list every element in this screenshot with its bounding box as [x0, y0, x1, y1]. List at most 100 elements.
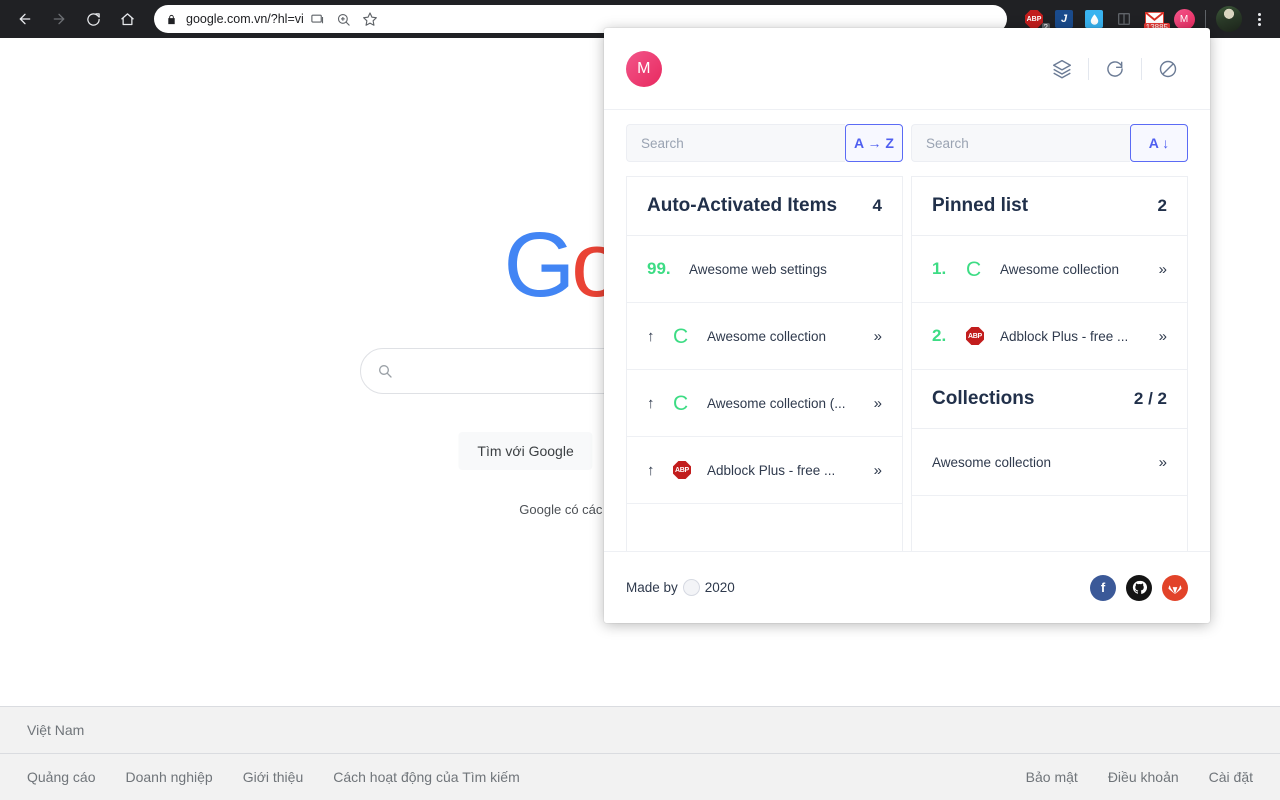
collections-title: Collections — [932, 388, 1035, 409]
row-index: 1. — [932, 259, 947, 278]
footer-links: Quảng cáo Doanh nghiệp Giới thiệu Cách h… — [0, 754, 1280, 800]
favicon-letter: C — [673, 324, 689, 348]
chevron-right-icon[interactable]: » — [1151, 454, 1167, 471]
collection-favicon: C — [673, 392, 699, 414]
row-label: Awesome collection — [707, 328, 827, 344]
made-by-year: 2020 — [704, 580, 735, 595]
popup-search-row: A → Z A ↓ — [604, 110, 1210, 176]
panel-count: 2 — [1157, 196, 1167, 215]
reload-icon[interactable] — [79, 5, 107, 33]
right-search-input[interactable] — [911, 124, 1130, 162]
cast-icon[interactable] — [306, 7, 330, 31]
row-label: Awesome web settings — [689, 261, 827, 277]
omnibox-actions — [304, 7, 382, 31]
brand-logo-icon[interactable]: M — [626, 50, 662, 87]
favicon-letter: ABP — [673, 461, 691, 479]
collection-favicon: C — [673, 325, 699, 347]
arrow-up-icon[interactable]: ↑ — [647, 462, 673, 479]
left-sort-button[interactable]: A → Z — [845, 124, 903, 162]
adblock-plus-favicon: ABP — [966, 325, 992, 347]
list-item[interactable]: 2. ABP Adblock Plus - free ... » — [912, 303, 1187, 370]
right-sort-button[interactable]: A ↓ — [1130, 124, 1188, 162]
github-icon[interactable] — [1126, 574, 1152, 601]
row-index: 99. — [647, 259, 671, 278]
gitlab-icon[interactable] — [1162, 574, 1188, 601]
popup-footer: Made by 2020 f — [604, 551, 1210, 623]
panel-title: Auto-Activated Items — [647, 195, 838, 216]
footer-link-privacy[interactable]: Bảo mật — [1026, 769, 1078, 785]
arrow-up-icon[interactable]: ↑ — [647, 328, 673, 345]
row-label: Adblock Plus - free ... — [707, 462, 836, 478]
auto-activated-header: Auto-Activated Items 4 — [627, 177, 902, 236]
search-google-button[interactable]: Tìm với Google — [458, 432, 593, 470]
pinned-list-panel: Pinned list 2 1. C Awesome collection » … — [911, 176, 1188, 551]
header-divider — [1141, 57, 1142, 80]
search-icon — [377, 363, 393, 379]
footer-links-left: Quảng cáo Doanh nghiệp Giới thiệu Cách h… — [27, 769, 996, 785]
footer-link-settings[interactable]: Cài đặt — [1209, 769, 1253, 785]
list-item[interactable]: Awesome collection » — [912, 429, 1187, 496]
chevron-right-icon[interactable]: » — [866, 395, 882, 412]
collections-header: Collections 2 / 2 — [912, 370, 1187, 429]
favicon-letter: ABP — [966, 327, 984, 345]
favicon-letter: C — [673, 391, 689, 415]
row-label: Awesome collection — [932, 454, 1052, 470]
row-label: Adblock Plus - free ... — [1000, 328, 1129, 344]
footer-link-about[interactable]: Giới thiệu — [243, 769, 304, 785]
favicon-letter: C — [966, 257, 982, 281]
panel-spacer — [912, 496, 1187, 551]
author-avatar-icon — [682, 579, 700, 596]
left-search-input[interactable] — [626, 124, 845, 162]
list-item[interactable]: ↑ ABP Adblock Plus - free ... » — [627, 437, 902, 504]
auto-activated-panel: Auto-Activated Items 4 99. Awesome web s… — [626, 176, 903, 551]
list-item[interactable]: ↑ C Awesome collection » — [627, 303, 902, 370]
made-by: Made by 2020 — [626, 579, 735, 596]
pinned-list-header: Pinned list 2 — [912, 177, 1187, 236]
disable-all-icon[interactable] — [1148, 52, 1188, 86]
lock-icon — [166, 14, 177, 25]
popup-body: Auto-Activated Items 4 99. Awesome web s… — [604, 176, 1210, 551]
list-item[interactable]: ↑ C Awesome collection (... » — [627, 370, 902, 437]
popup-header-actions — [1042, 52, 1188, 86]
collection-favicon: C — [966, 258, 992, 280]
panel-count: 4 — [872, 196, 882, 215]
footer-link-how-search-works[interactable]: Cách hoạt động của Tìm kiếm — [333, 769, 520, 785]
footer-links-right: Bảo mật Điều khoản Cài đặt — [996, 769, 1253, 785]
popup-header: M — [604, 28, 1210, 110]
list-item[interactable]: 99. Awesome web settings — [627, 236, 902, 303]
row-label: Awesome collection (... — [707, 395, 846, 411]
panel-spacer — [627, 504, 902, 551]
footer-country: Việt Nam — [0, 707, 1280, 754]
footer-link-business[interactable]: Doanh nghiệp — [126, 769, 213, 785]
chevron-right-icon[interactable]: » — [1151, 261, 1167, 278]
chevron-right-icon[interactable]: » — [866, 328, 882, 345]
arrow-up-icon[interactable]: ↑ — [647, 395, 673, 412]
home-icon[interactable] — [113, 5, 141, 33]
facebook-icon[interactable]: f — [1090, 574, 1116, 601]
footer-link-ads[interactable]: Quảng cáo — [27, 769, 96, 785]
back-arrow-icon[interactable] — [11, 5, 39, 33]
row-label: Awesome collection — [1000, 261, 1120, 277]
adblock-plus-favicon: ABP — [673, 459, 699, 481]
google-footer: Việt Nam Quảng cáo Doanh nghiệp Giới thi… — [0, 706, 1280, 800]
extension-popup: M A → Z A ↓ Auto-Acti — [604, 28, 1210, 623]
layers-icon[interactable] — [1042, 52, 1082, 86]
row-index: 2. — [932, 326, 947, 345]
refresh-icon[interactable] — [1095, 52, 1135, 86]
logo-letter: G — [503, 214, 576, 316]
star-icon[interactable] — [358, 7, 382, 31]
forward-arrow-icon[interactable] — [45, 5, 73, 33]
avatar[interactable] — [1216, 6, 1242, 32]
chevron-right-icon[interactable]: » — [1151, 328, 1167, 345]
kebab-menu-icon[interactable] — [1246, 6, 1272, 32]
right-search-cell: A ↓ — [907, 124, 1192, 162]
left-search-cell: A → Z — [622, 124, 907, 162]
social-links: f — [1090, 574, 1188, 601]
chevron-right-icon[interactable]: » — [866, 462, 882, 479]
zoom-search-icon[interactable] — [332, 7, 356, 31]
header-divider — [1088, 57, 1089, 80]
footer-link-terms[interactable]: Điều khoản — [1108, 769, 1179, 785]
panel-title: Pinned list — [932, 195, 1029, 216]
list-item[interactable]: 1. C Awesome collection » — [912, 236, 1187, 303]
facebook-glyph: f — [1100, 580, 1106, 595]
